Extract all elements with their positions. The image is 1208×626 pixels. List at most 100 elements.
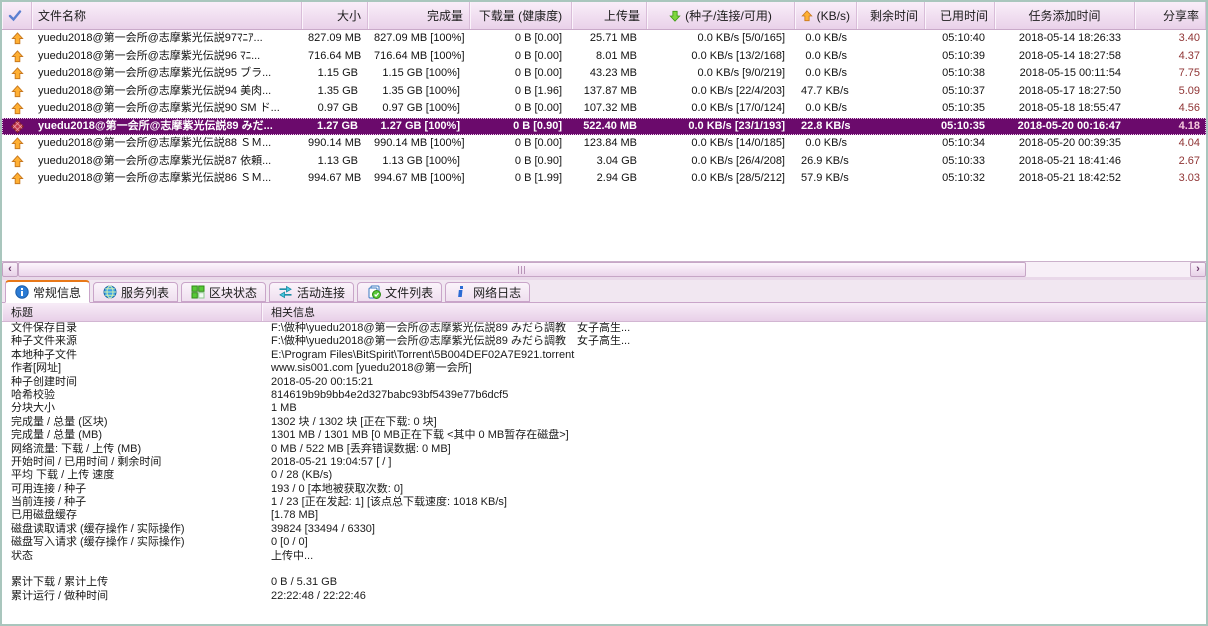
cell-peers: 0.0 KB/s [22/4/203] bbox=[691, 84, 785, 97]
cell-elapsed: 05:10:35 bbox=[940, 119, 985, 132]
bitspirit-window: 文件名称 大小 完成量 下载量 (健康度) 上传量 (种子/连接/可用) (KB… bbox=[0, 0, 1208, 626]
torrent-row[interactable]: yuedu2018@第一会所@志摩紫光伝説89 みだ... 1.27 GB 1.27… bbox=[2, 117, 1206, 135]
cell-peers: 0.0 KB/s [26/4/208] bbox=[691, 154, 785, 167]
cell-download: 0 B [0.00] bbox=[514, 67, 562, 79]
detail-value: 0 [0 / 0] bbox=[271, 536, 308, 549]
detail-label: 网络流量: 下载 / 上传 (MB) bbox=[11, 442, 142, 455]
column-header-elapsed[interactable]: 已用时间 bbox=[925, 2, 995, 29]
column-header-name[interactable]: 文件名称 bbox=[32, 2, 302, 29]
cell-remaining bbox=[857, 100, 925, 118]
torrent-row[interactable]: yuedu2018@第一会所@志摩紫光伝説97ﾏﾆｱ... 827.09 MB 82… bbox=[2, 30, 1206, 48]
detail-row: 当前连接 / 种子 1 / 23 [正在发起: 1] [该点总下载速度: 1018… bbox=[2, 496, 1206, 509]
detail-value: 1302 块 / 1302 块 [正在下载: 0 块] bbox=[271, 415, 437, 428]
detail-label: 本地种子文件 bbox=[11, 348, 77, 361]
scrollbar-track[interactable] bbox=[1026, 262, 1190, 277]
tab-label: 文件列表 bbox=[385, 285, 434, 300]
column-header-remaining[interactable]: 剩余时间 bbox=[857, 2, 925, 29]
detail-row: 磁盘写入请求 (缓存操作 / 实际操作) 0 [0 / 0] bbox=[2, 536, 1206, 549]
column-header-upload[interactable]: 上传量 bbox=[572, 2, 647, 29]
torrent-row[interactable]: yuedu2018@第一会所@志摩紫光伝説90 SM ド... 0.97 GB 0.… bbox=[2, 100, 1206, 118]
detail-row: 作者[网址] www.sis001.com [yuedu2018@第一会所] bbox=[2, 362, 1206, 375]
detail-value: 上传中... bbox=[271, 549, 314, 562]
cell-upload: 43.23 MB bbox=[589, 67, 637, 79]
cell-speed: 22.8 KB/s bbox=[801, 119, 851, 132]
tab-info[interactable]: 常规信息 bbox=[5, 280, 91, 303]
column-header-ratio[interactable]: 分享率 bbox=[1135, 2, 1206, 29]
tab-filelist[interactable]: 文件列表 bbox=[357, 282, 443, 302]
scroll-right-button[interactable]: › bbox=[1190, 262, 1206, 277]
tab-blocks[interactable]: 区块状态 bbox=[181, 282, 267, 302]
cell-speed: 26.9 KB/s bbox=[801, 154, 849, 167]
cell-done: 990.14 MB [100%] bbox=[374, 137, 465, 149]
torrent-row[interactable]: yuedu2018@第一会所@志摩紫光伝説86 ＳＭ... 994.67 MB 99… bbox=[2, 170, 1206, 188]
scrollbar-thumb[interactable] bbox=[18, 262, 1026, 277]
column-header-check[interactable] bbox=[2, 2, 32, 29]
check-icon bbox=[8, 9, 22, 22]
details-header-title[interactable]: 标题 bbox=[2, 303, 262, 321]
cell-download: 0 B [0.00] bbox=[514, 102, 562, 114]
cell-upload: 522.40 MB bbox=[583, 119, 637, 132]
horizontal-scrollbar: ‹ › bbox=[2, 261, 1206, 277]
cell-speed: 57.9 KB/s bbox=[801, 172, 849, 184]
column-header-done[interactable]: 完成量 bbox=[368, 2, 470, 29]
column-header-size[interactable]: 大小 bbox=[302, 2, 368, 29]
torrent-row[interactable]: yuedu2018@第一会所@志摩紫光伝説94 美肉... 1.35 GB 1.35… bbox=[2, 83, 1206, 101]
tab-label: 服务列表 bbox=[121, 285, 170, 300]
cell-remaining bbox=[857, 30, 925, 48]
general-info-view: 标题 相关信息 文件保存目录 F:\做种\yuedu2018@第一会所@志摩紫光伝… bbox=[2, 303, 1206, 624]
up-arrow-icon bbox=[10, 84, 24, 98]
detail-label: 完成量 / 总量 (MB) bbox=[11, 429, 103, 442]
tab-label: 网络日志 bbox=[473, 285, 522, 300]
cell-name: yuedu2018@第一会所@志摩紫光伝説96 ﾏﾆ... bbox=[38, 49, 261, 62]
cell-ratio: 4.18 bbox=[1178, 119, 1200, 132]
detail-row: 文件保存目录 F:\做种\yuedu2018@第一会所@志摩紫光伝説89 みだら調… bbox=[2, 322, 1206, 335]
torrent-row[interactable]: yuedu2018@第一会所@志摩紫光伝説96 ﾏﾆ... 716.64 MB 71… bbox=[2, 48, 1206, 66]
cell-elapsed: 05:10:38 bbox=[942, 67, 985, 79]
cell-ratio: 7.75 bbox=[1178, 67, 1200, 79]
cell-size: 990.14 MB bbox=[308, 137, 362, 149]
scroll-left-button[interactable]: ‹ bbox=[2, 262, 18, 277]
up-arrow-icon bbox=[10, 32, 24, 45]
up-arrow-icon bbox=[10, 137, 24, 150]
detail-row: 累计运行 / 做种时间 22:22:48 / 22:22:46 bbox=[2, 590, 1206, 603]
torrent-row[interactable]: yuedu2018@第一会所@志摩紫光伝説88 ＳＭ... 990.14 MB 99… bbox=[2, 135, 1206, 153]
details-header-info[interactable]: 相关信息 bbox=[262, 303, 1206, 321]
cell-name: yuedu2018@第一会所@志摩紫光伝説86 ＳＭ... bbox=[38, 172, 272, 184]
cell-done: 716.64 MB [100%] bbox=[374, 49, 465, 62]
cell-done: 994.67 MB [100%] bbox=[374, 172, 465, 184]
torrent-row[interactable]: yuedu2018@第一会所@志摩紫光伝説95 ブラ... 1.15 GB 1.15… bbox=[2, 65, 1206, 83]
column-header-peers[interactable]: (种子/连接/可用) bbox=[647, 2, 795, 29]
tab-label: 区块状态 bbox=[209, 285, 258, 300]
tab-globe[interactable]: 服务列表 bbox=[93, 282, 179, 302]
torrent-row[interactable]: yuedu2018@第一会所@志摩紫光伝説87 依頼... 1.13 GB 1.13… bbox=[2, 153, 1206, 171]
scrollbar-grip-icon bbox=[518, 265, 526, 274]
detail-row: 网络流量: 下载 / 上传 (MB) 0 MB / 522 MB [丢弃错误数据:… bbox=[2, 443, 1206, 456]
detail-value: 0 B / 5.31 GB bbox=[271, 576, 338, 589]
cell-size: 1.15 GB bbox=[317, 67, 358, 79]
detail-label: 状态 bbox=[11, 549, 33, 562]
tab-connections[interactable]: 活动连接 bbox=[269, 282, 355, 302]
cell-download: 0 B [1.96] bbox=[514, 84, 562, 97]
cell-remaining bbox=[857, 153, 925, 171]
detail-value: 1 / 23 [正在发起: 1] [该点总下载速度: 1018 KB/s] bbox=[271, 496, 507, 509]
cell-size: 1.35 GB bbox=[317, 84, 358, 97]
cell-status-icon bbox=[2, 30, 32, 48]
cell-peers: 0.0 KB/s [14/0/185] bbox=[691, 137, 785, 149]
cell-added: 2018-05-15 00:11:54 bbox=[1019, 67, 1121, 79]
column-header-label: 剩余时间 bbox=[869, 9, 918, 23]
cell-elapsed: 05:10:39 bbox=[942, 49, 985, 62]
cell-ratio: 4.04 bbox=[1178, 137, 1200, 149]
cell-speed: 0.0 KB/s bbox=[805, 137, 847, 149]
column-header-speed[interactable]: (KB/s) bbox=[795, 2, 857, 29]
cell-upload: 123.84 MB bbox=[583, 137, 637, 149]
cell-remaining bbox=[857, 170, 925, 188]
detail-label: 已用磁盘缓存 bbox=[11, 509, 77, 522]
detail-label: 作者[网址] bbox=[11, 362, 62, 375]
tab-log[interactable]: 网络日志 bbox=[445, 282, 531, 302]
cell-done: 1.35 GB [100%] bbox=[382, 84, 460, 97]
column-header-download[interactable]: 下载量 (健康度) bbox=[470, 2, 572, 29]
detail-row: 完成量 / 总量 (MB) 1301 MB / 1301 MB [0 MB正在下载… bbox=[2, 429, 1206, 442]
cell-elapsed: 05:10:32 bbox=[942, 172, 985, 184]
column-header-added[interactable]: 任务添加时间 bbox=[995, 2, 1135, 29]
cell-peers: 0.0 KB/s [9/0/219] bbox=[697, 67, 785, 79]
